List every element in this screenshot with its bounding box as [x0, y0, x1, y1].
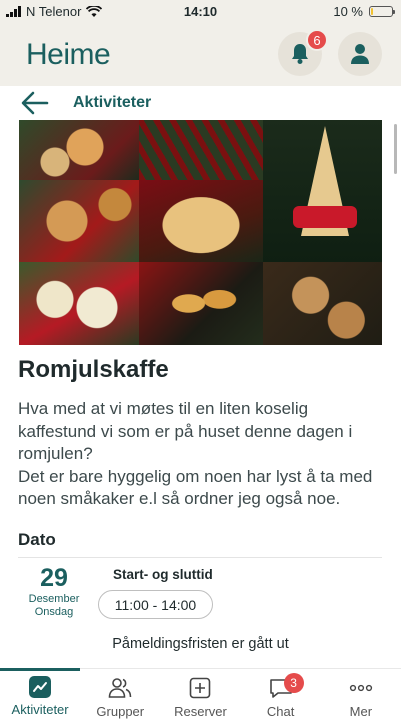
meringue-photo: [19, 262, 139, 345]
time-range-chip: 11:00 - 14:00: [98, 590, 213, 619]
heime-logo[interactable]: Heime: [26, 38, 111, 72]
tab-chat[interactable]: 3 Chat: [241, 669, 321, 721]
notification-badge: 6: [306, 29, 328, 51]
activity-chart-icon: [29, 676, 52, 698]
profile-icon: [351, 44, 369, 64]
date-section-title: Dato: [18, 530, 56, 549]
page-title-bar: Aktiviteter: [0, 86, 401, 120]
tab-grupper[interactable]: Grupper: [80, 669, 160, 721]
battery-info: 10 %: [333, 4, 395, 19]
tab-label: Aktiviteter: [11, 702, 69, 717]
kransekake-photo: [263, 120, 382, 262]
more-dots-icon: [349, 676, 373, 700]
scroll-indicator[interactable]: [394, 124, 397, 174]
profile-button[interactable]: [338, 32, 382, 76]
star-cookie-photo: [139, 180, 263, 262]
battery-percent: 10 %: [333, 4, 363, 19]
app-header: Heime 6: [0, 24, 401, 86]
battery-fill: [371, 8, 373, 15]
event-title: Romjulskaffe: [18, 356, 169, 383]
time-label: Start- og sluttid: [113, 567, 213, 582]
decoration-photo: [139, 120, 263, 180]
tab-label: Mer: [349, 704, 373, 719]
krumkake-photo: [139, 262, 263, 345]
event-image: [19, 120, 382, 345]
tab-mer[interactable]: Mer: [321, 669, 401, 721]
divider: [18, 557, 382, 558]
tab-label: Grupper: [96, 704, 145, 719]
tab-aktiviteter[interactable]: Aktiviteter: [0, 668, 81, 721]
group-icon: [108, 676, 132, 700]
tab-reserver[interactable]: Reserver: [160, 669, 240, 721]
ring-cookie-photo: [263, 262, 382, 345]
tab-label: Reserver: [174, 704, 227, 719]
tab-bar: Aktiviteter Grupper Reserver 3 Chat Mer: [0, 668, 401, 721]
page-title: Aktiviteter: [73, 94, 152, 111]
status-bar: N Telenor 14:10 10 %: [0, 0, 401, 24]
date-month: Desember: [28, 593, 80, 605]
chat-badge: 3: [283, 673, 304, 693]
gingerbread-photo: [19, 180, 139, 262]
battery-icon: [369, 6, 395, 17]
registration-deadline-notice: Påmeldingsfristen er gått ut: [112, 636, 289, 652]
plus-square-icon: [188, 676, 212, 700]
cookie-photo: [19, 120, 139, 180]
event-description: Hva med at vi møtes til en liten koselig…: [18, 399, 373, 508]
date-weekday: Onsdag: [34, 606, 74, 618]
arrow-left-icon[interactable]: [20, 90, 50, 116]
date-day: 29: [40, 564, 68, 592]
event-date: 29 Desember Onsdag: [20, 563, 88, 619]
tab-label: Chat: [266, 704, 295, 719]
